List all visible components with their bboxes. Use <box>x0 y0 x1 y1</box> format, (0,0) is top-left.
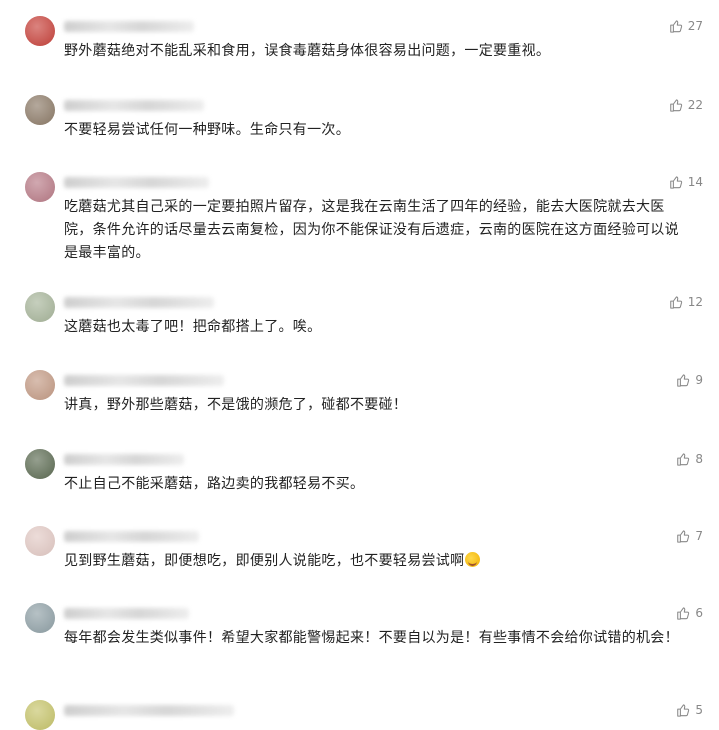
comment-text: 野外蘑菇绝对不能乱采和食用，误食毒蘑菇身体很容易出问题，一定要重视。 <box>64 43 551 59</box>
username-blurred <box>64 375 224 386</box>
grinning-emoji-icon <box>465 552 481 567</box>
like-button[interactable]: 27 <box>669 19 703 33</box>
comment-text: 不止自己不能采蘑菇，路边卖的我都轻易不买。 <box>64 476 365 492</box>
comment-text: 不要轻易尝试任何一种野味。生命只有一次。 <box>64 122 350 138</box>
avatar[interactable] <box>25 449 55 479</box>
avatar[interactable] <box>25 16 55 46</box>
comment-text: 这蘑菇也太毒了吧！把命都搭上了。唉。 <box>64 319 322 335</box>
like-count: 6 <box>695 606 703 620</box>
username-blurred <box>64 454 184 465</box>
comment-text: 讲真，野外那些蘑菇，不是饿的濒危了，碰都不要碰！ <box>64 397 408 413</box>
like-count: 14 <box>687 175 703 189</box>
like-count: 22 <box>687 98 703 112</box>
avatar[interactable] <box>25 370 55 400</box>
username-blurred <box>64 608 189 619</box>
thumbs-up-icon <box>677 453 690 466</box>
thumbs-up-icon <box>677 530 690 543</box>
username-blurred <box>64 100 204 111</box>
thumbs-up-icon <box>677 607 690 620</box>
username-blurred <box>64 21 194 32</box>
like-button[interactable]: 22 <box>669 98 703 112</box>
comment-text: 每年都会发生类似事件！希望大家都能警惕起来！不要自以为是！有些事情不会给你试错的… <box>64 630 679 646</box>
like-count: 9 <box>695 373 703 387</box>
like-button[interactable]: 5 <box>676 703 703 717</box>
username-blurred <box>64 297 214 308</box>
comment-text: 吃蘑菇尤其自己采的一定要拍照片留存，这是我在云南生活了四年的经验，能去大医院就去… <box>64 199 679 261</box>
avatar[interactable] <box>25 172 55 202</box>
comment-text-content: 见到野生蘑菇，即便想吃，即便别人说能吃，也不要轻易尝试啊 <box>64 553 465 569</box>
avatar[interactable] <box>25 292 55 322</box>
like-count: 7 <box>695 529 703 543</box>
like-button[interactable]: 14 <box>669 175 703 189</box>
like-button[interactable]: 7 <box>676 529 703 543</box>
like-count: 27 <box>687 19 703 33</box>
like-count: 8 <box>695 452 703 466</box>
avatar[interactable] <box>25 95 55 125</box>
thumbs-up-icon <box>677 374 690 387</box>
thumbs-up-icon <box>677 704 690 717</box>
avatar[interactable] <box>25 526 55 556</box>
thumbs-up-icon <box>669 99 682 112</box>
avatar[interactable] <box>25 603 55 633</box>
like-button[interactable]: 8 <box>676 452 703 466</box>
comment-text: 见到野生蘑菇，即便想吃，即便别人说能吃，也不要轻易尝试啊 <box>64 550 684 573</box>
thumbs-up-icon <box>669 296 682 309</box>
like-button[interactable]: 12 <box>669 295 703 309</box>
thumbs-up-icon <box>669 20 682 33</box>
username-blurred <box>64 177 209 188</box>
like-count: 12 <box>687 295 703 309</box>
like-button[interactable]: 6 <box>676 606 703 620</box>
like-count: 5 <box>695 703 703 717</box>
username-blurred <box>64 531 199 542</box>
username-blurred <box>64 705 234 716</box>
comment-list: 27 野外蘑菇绝对不能乱采和食用，误食毒蘑菇身体很容易出问题，一定要重视。 22… <box>0 0 719 730</box>
thumbs-up-icon <box>669 176 682 189</box>
like-button[interactable]: 9 <box>676 373 703 387</box>
